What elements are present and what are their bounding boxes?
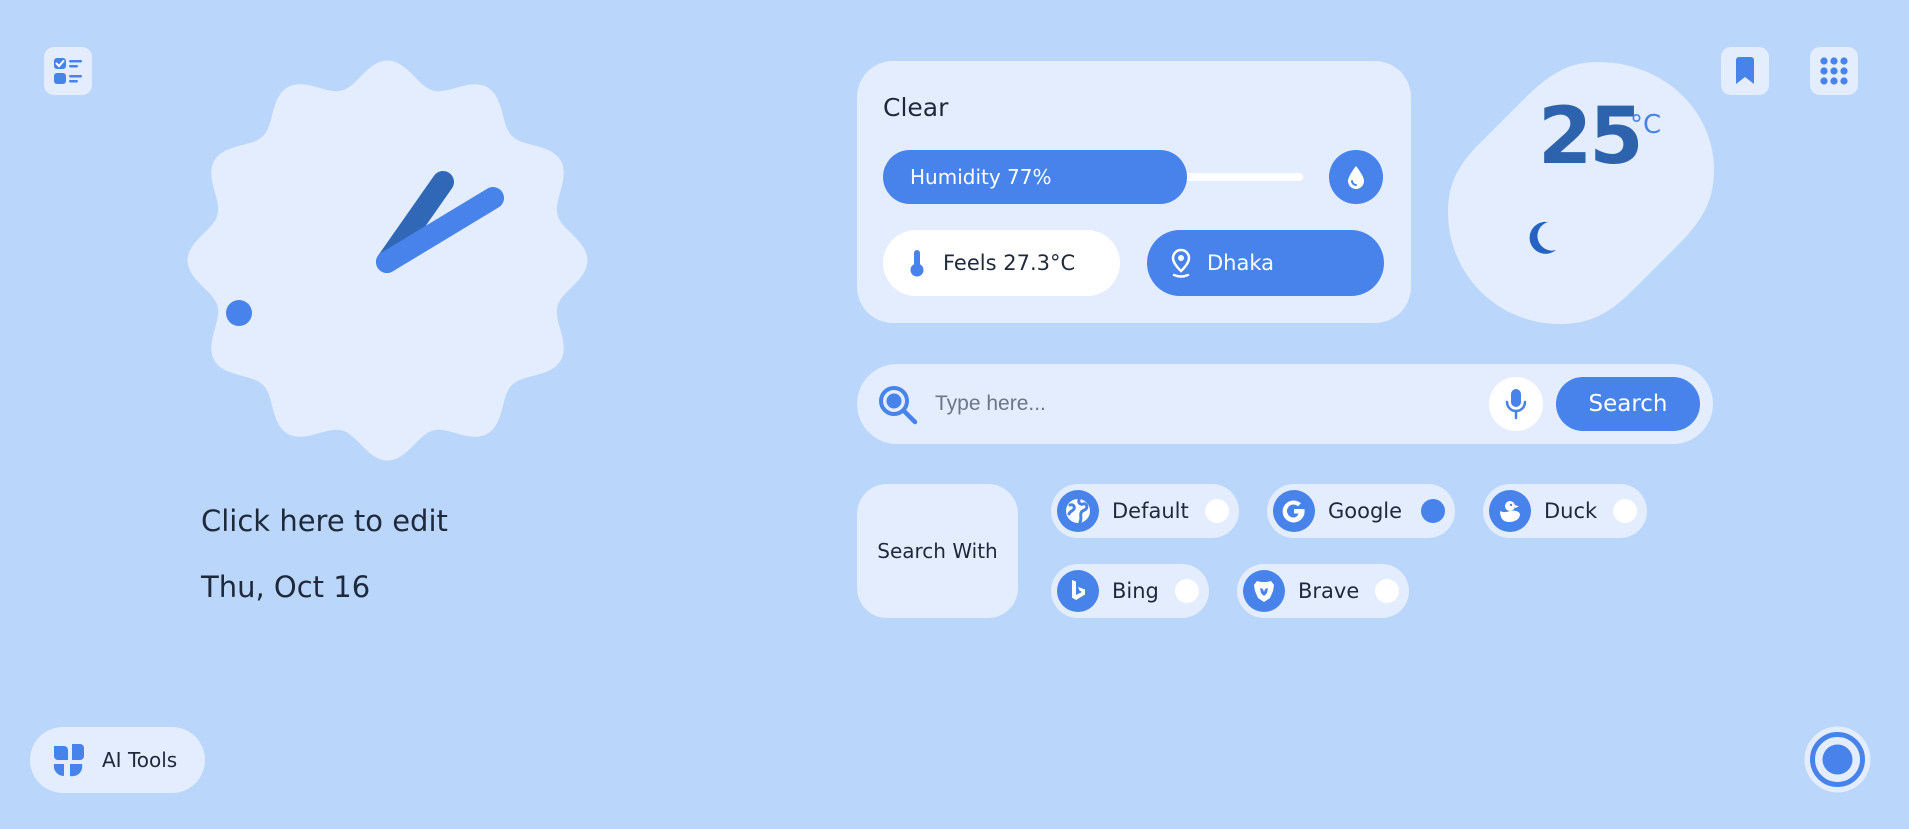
google-icon: [1273, 490, 1315, 532]
engine-option-duck[interactable]: Duck: [1483, 484, 1647, 538]
bookmark-icon: [1736, 57, 1754, 84]
temperature-widget: 25 °C: [1448, 60, 1714, 326]
globe-icon: [1057, 490, 1099, 532]
temperature-unit: °C: [1630, 110, 1662, 140]
humidity-rail: [1183, 173, 1303, 181]
clock-second-dot: [226, 300, 252, 326]
weather-card: Clear Humidity 77% Feels 27.3°C Dhaka: [857, 61, 1411, 323]
feels-like-label: Feels 27.3°C: [943, 251, 1076, 275]
tasks-button[interactable]: [44, 47, 92, 95]
engine-option-bing[interactable]: Bing: [1051, 564, 1209, 618]
search-button[interactable]: Search: [1556, 377, 1700, 431]
location-pin-icon: [1169, 248, 1193, 278]
apps-grid-icon: [1820, 57, 1848, 85]
water-drop-icon: [1348, 166, 1364, 189]
humidity-fill: Humidity 77%: [883, 150, 1187, 204]
engine-radio-bing[interactable]: [1175, 579, 1199, 603]
city-label: Dhaka: [1207, 251, 1275, 275]
thermometer-icon: [905, 249, 929, 277]
edit-clock-link[interactable]: Click here to edit: [201, 504, 448, 538]
humidity-button[interactable]: [1329, 150, 1383, 204]
engine-name: Bing: [1112, 579, 1159, 603]
ai-tools-label: AI Tools: [102, 748, 178, 772]
tasks-icon: [54, 58, 82, 84]
search-input[interactable]: [935, 382, 1535, 426]
microphone-icon: [1505, 389, 1527, 420]
location-pill[interactable]: Dhaka: [1147, 230, 1384, 296]
date-label: Thu, Oct 16: [201, 570, 371, 604]
assistant-ring-icon[interactable]: [1804, 726, 1871, 793]
engine-name: Google: [1328, 499, 1403, 523]
bing-icon: [1057, 570, 1099, 612]
ai-tools-icon: [53, 744, 84, 777]
brave-icon: [1243, 570, 1285, 612]
engine-radio-default[interactable]: [1205, 499, 1229, 523]
moon-icon: [1529, 221, 1556, 254]
engine-name: Duck: [1544, 499, 1598, 523]
engine-radio-brave[interactable]: [1375, 579, 1399, 603]
search-with-label: Search With: [857, 484, 1018, 618]
engine-option-google[interactable]: Google: [1267, 484, 1455, 538]
engine-option-default[interactable]: Default: [1051, 484, 1239, 538]
duck-icon: [1489, 490, 1531, 532]
humidity-bar: Humidity 77%: [883, 150, 1303, 204]
engine-option-brave[interactable]: Brave: [1237, 564, 1409, 618]
search-icon: [879, 386, 918, 425]
humidity-label: Humidity 77%: [910, 165, 1052, 189]
engine-name: Default: [1112, 499, 1189, 523]
weather-condition: Clear: [883, 93, 949, 122]
engine-radio-duck[interactable]: [1613, 499, 1637, 523]
engine-radio-google[interactable]: [1421, 499, 1445, 523]
apps-button[interactable]: [1810, 47, 1858, 95]
search-bar: Search: [857, 364, 1713, 444]
bookmarks-button[interactable]: [1721, 47, 1769, 95]
feels-like-pill: Feels 27.3°C: [883, 230, 1120, 296]
temperature-value: 25: [1538, 92, 1644, 182]
voice-search-button[interactable]: [1489, 377, 1543, 431]
engine-name: Brave: [1298, 579, 1360, 603]
ai-tools-button[interactable]: AI Tools: [30, 727, 205, 793]
analog-clock[interactable]: [185, 58, 590, 463]
